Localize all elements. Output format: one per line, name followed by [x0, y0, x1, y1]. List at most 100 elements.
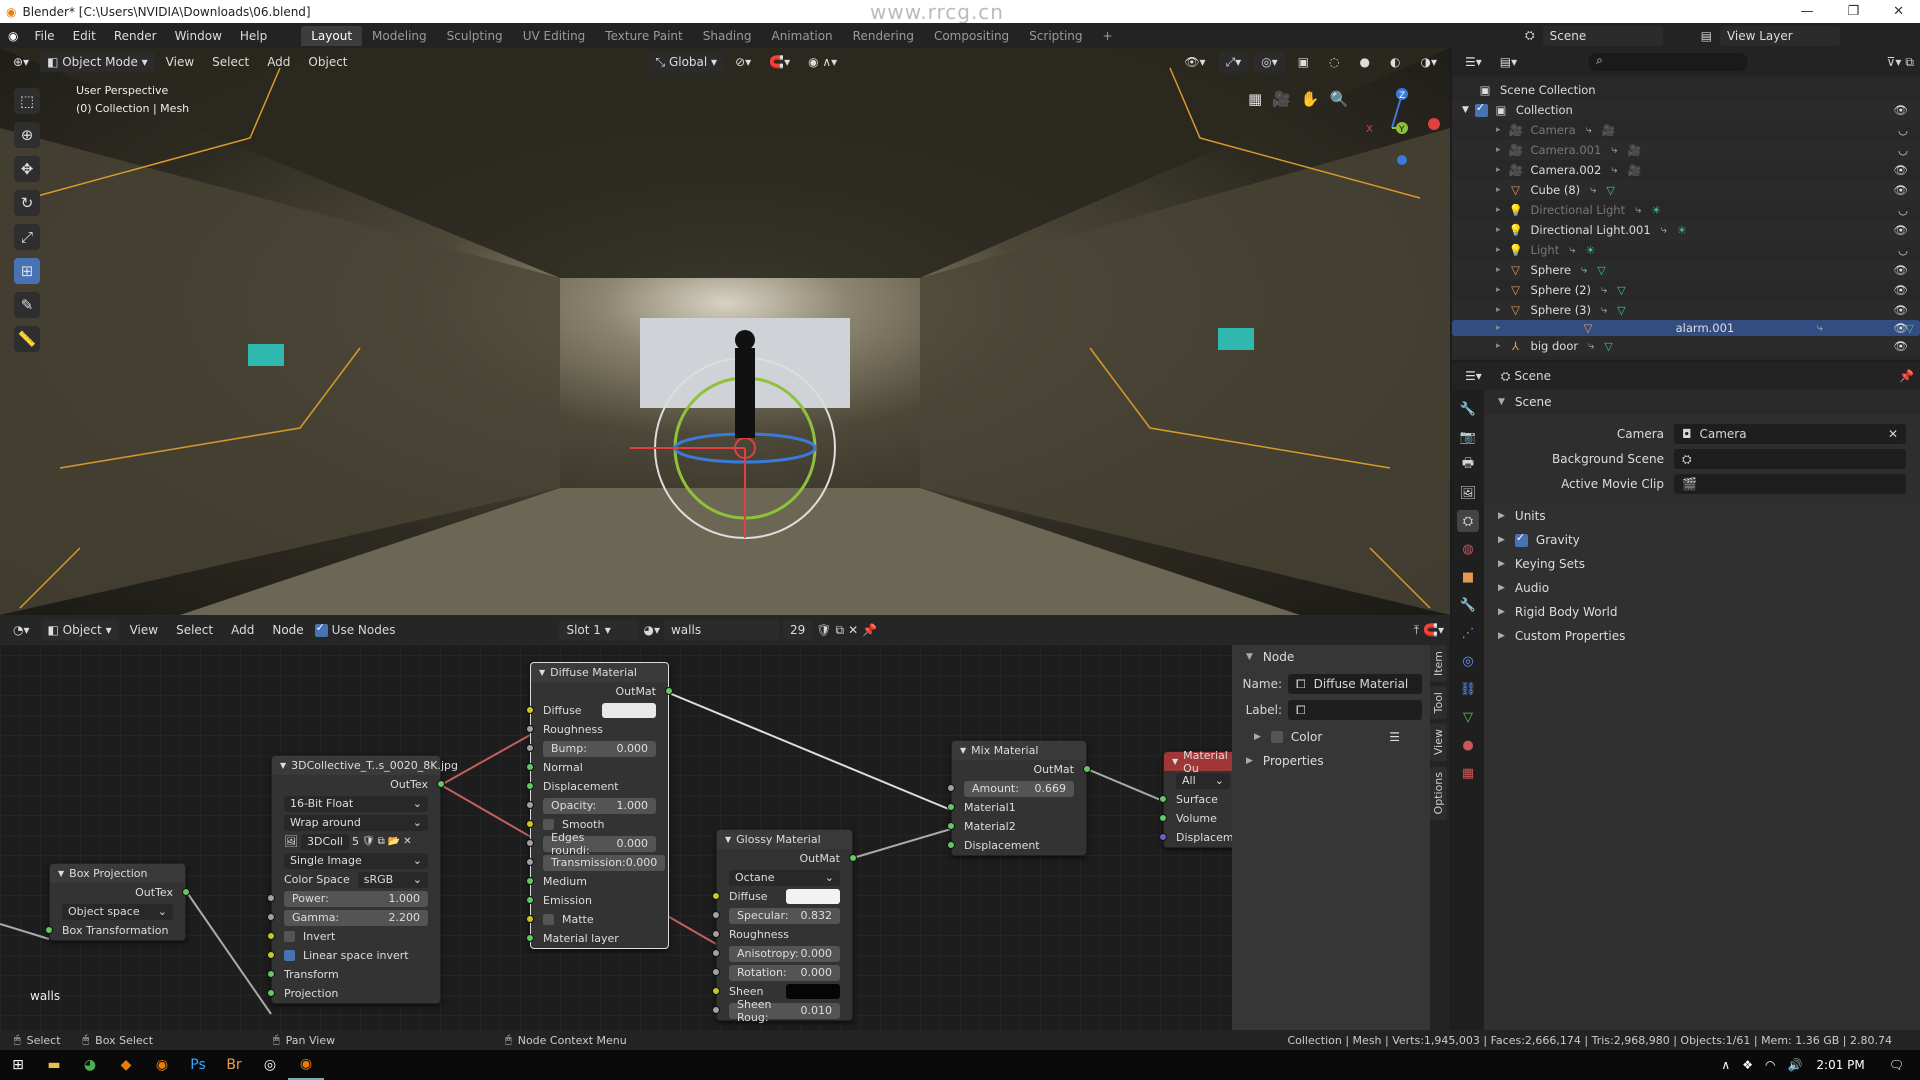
- input-socket[interactable]: [267, 932, 275, 940]
- node-row-amount-[interactable]: Amount: 0.669: [947, 779, 1086, 798]
- node-row-gamma-[interactable]: Gamma: 2.200: [267, 908, 440, 927]
- render-tab-icon[interactable]: 📷: [1457, 426, 1479, 448]
- object-data-icon[interactable]: ☀: [1651, 204, 1661, 217]
- material-tab-icon[interactable]: ●: [1457, 734, 1479, 756]
- image-users[interactable]: 5: [352, 835, 359, 848]
- outliner-editor-type-icon[interactable]: ☰▾: [1458, 52, 1489, 72]
- expand-arrow-icon[interactable]: ▸: [1496, 285, 1501, 295]
- collection-checkbox[interactable]: [1474, 101, 1488, 117]
- input-socket[interactable]: [712, 949, 720, 957]
- expand-arrow-icon[interactable]: ▸: [1496, 185, 1501, 195]
- node-header[interactable]: ▼ Glossy Material: [717, 830, 852, 849]
- expand-arrow-icon[interactable]: ▸: [1496, 145, 1501, 155]
- input-socket[interactable]: [526, 934, 534, 942]
- property-field[interactable]: ⛭: [1674, 449, 1906, 469]
- outliner-item-label[interactable]: Camera: [1531, 123, 1576, 137]
- world-tab-icon[interactable]: ◍: [1457, 538, 1479, 560]
- input-socket[interactable]: [947, 784, 955, 792]
- minimize-button[interactable]: —: [1800, 4, 1813, 19]
- wifi-icon[interactable]: ◠: [1765, 1058, 1775, 1072]
- workspace-tab-scripting[interactable]: Scripting: [1019, 26, 1092, 46]
- tab-options[interactable]: Options: [1430, 765, 1447, 820]
- outliner-item[interactable]: ▸ ▽ Sphere ⤷ ▽ 👁: [1452, 260, 1920, 280]
- clock[interactable]: 2:01 PM: [1816, 1058, 1864, 1072]
- collection-label[interactable]: Collection: [1516, 103, 1573, 117]
- annotate-tool-icon[interactable]: ✎: [14, 292, 40, 318]
- modifier-icon[interactable]: ⤷: [1581, 263, 1587, 277]
- input-socket[interactable]: [526, 858, 534, 866]
- open-image-icon[interactable]: 📂: [388, 836, 400, 847]
- gizmo-toggle-icon[interactable]: ⤢▾: [1218, 51, 1249, 73]
- output-socket[interactable]: [182, 888, 190, 896]
- expand-arrow-icon[interactable]: ▶: [1498, 559, 1505, 569]
- tray-chevron-icon[interactable]: ∧: [1721, 1058, 1730, 1072]
- object-data-icon[interactable]: ▽: [1617, 304, 1625, 317]
- input-socket[interactable]: [526, 763, 534, 771]
- input-socket[interactable]: [45, 926, 53, 934]
- outliner-item-label[interactable]: Light: [1531, 243, 1560, 257]
- outliner-item-label[interactable]: Directional Light.001: [1531, 223, 1651, 237]
- file-explorer-icon[interactable]: ▬: [36, 1050, 72, 1080]
- mode-selector[interactable]: ◧ Object Mode ▾: [40, 52, 155, 72]
- input-socket[interactable]: [267, 913, 275, 921]
- scene-panel-header[interactable]: ▼ Scene: [1484, 390, 1920, 414]
- outliner-item-label[interactable]: alarm.001: [1676, 321, 1735, 335]
- value-slider[interactable]: Edges roundi: 0.000: [543, 831, 656, 857]
- input-socket[interactable]: [526, 896, 534, 904]
- viewport-menu-object[interactable]: Object: [301, 52, 354, 72]
- blender-active-icon[interactable]: ◉: [288, 1050, 324, 1080]
- expand-arrow-icon[interactable]: ▼: [1462, 105, 1469, 115]
- modifier-icon[interactable]: ⤷: [1635, 203, 1641, 217]
- output-socket[interactable]: [849, 854, 857, 862]
- measure-tool-icon[interactable]: 📏: [14, 326, 40, 352]
- node-row-color-space[interactable]: Color Space sRGB ⌄: [272, 870, 440, 889]
- object-data-icon[interactable]: ▽: [1606, 184, 1614, 197]
- menu-file[interactable]: File: [26, 27, 62, 45]
- scale-tool-icon[interactable]: ⤢: [14, 224, 40, 250]
- xray-icon[interactable]: ▣: [1291, 52, 1316, 73]
- fake-user-icon[interactable]: 🛡: [362, 836, 375, 847]
- transform-tool-icon[interactable]: ⊞: [14, 258, 40, 284]
- color-swatch[interactable]: [602, 703, 656, 718]
- expand-arrow-icon[interactable]: ▶: [1498, 631, 1505, 641]
- node-box[interactable]: ▼ Box Projection OutTex Object space ⌄ Box Tr…: [45, 863, 190, 941]
- overlay-toggle-icon[interactable]: ◎▾: [1254, 51, 1285, 73]
- shading-wireframe-icon[interactable]: ◌: [1322, 52, 1346, 73]
- object-data-icon[interactable]: ☀: [1585, 244, 1595, 257]
- node-row-diffuse[interactable]: Diffuse: [712, 887, 852, 906]
- eye-icon[interactable]: 👁: [1893, 103, 1908, 117]
- properties-subpanel[interactable]: ▶ Properties: [1232, 749, 1430, 773]
- value-slider[interactable]: Gamma: 2.200: [284, 909, 428, 926]
- shading-material-icon[interactable]: ◐: [1383, 52, 1407, 73]
- node-header[interactable]: ▼ Mix Material: [952, 741, 1086, 760]
- outliner-item[interactable]: ▸ 🎥 Camera.001 ⤷ 🎥 ◡: [1452, 140, 1920, 160]
- outliner-item-label[interactable]: Camera.002: [1531, 163, 1602, 177]
- panel-keying-sets[interactable]: ▶ Keying Sets: [1484, 552, 1920, 576]
- eye-closed-icon[interactable]: ◡: [1898, 203, 1908, 217]
- expand-arrow-icon[interactable]: ▸: [1496, 125, 1501, 135]
- collapse-arrow-icon[interactable]: ▼: [280, 761, 286, 770]
- eye-icon[interactable]: 👁: [1893, 163, 1908, 177]
- expand-arrow-icon[interactable]: ▸: [1496, 305, 1501, 315]
- outliner-item[interactable]: ▸ ▽ alarm.001 ⤷ ▽ 👁: [1452, 320, 1920, 336]
- outliner-item[interactable]: ▸ ▽ Sphere (3) ⤷ ▽ 👁: [1452, 300, 1920, 320]
- color-swatch[interactable]: [786, 889, 840, 904]
- workspace-tab-shading[interactable]: Shading: [693, 26, 762, 46]
- settings-app-icon[interactable]: ◎: [252, 1050, 288, 1080]
- outliner-search-input[interactable]: ⌕: [1588, 53, 1749, 71]
- view-layer-selector[interactable]: View Layer: [1719, 25, 1840, 46]
- node-row-opacity-[interactable]: Opacity: 1.000: [526, 796, 668, 815]
- menu-window[interactable]: Window: [167, 27, 230, 45]
- input-socket[interactable]: [712, 968, 720, 976]
- eye-icon[interactable]: 👁: [1893, 283, 1908, 297]
- node-header[interactable]: ▼ 3DCollective_T..s_0020_8K.jpg: [272, 756, 458, 775]
- outliner-item[interactable]: ▸ 🎥 Camera.002 ⤷ 🎥 👁: [1452, 160, 1920, 180]
- panel-audio[interactable]: ▶ Audio: [1484, 576, 1920, 600]
- object-data-icon[interactable]: ☀: [1677, 224, 1687, 237]
- dropdown[interactable]: sRGB ⌄: [357, 871, 428, 888]
- eye-icon[interactable]: 👁: [1893, 183, 1908, 197]
- node-header[interactable]: ▼ Diffuse Material: [531, 663, 668, 682]
- object-data-icon[interactable]: ▽: [1604, 340, 1612, 353]
- modifier-icon[interactable]: ⤷: [1661, 223, 1667, 237]
- modifier-icon[interactable]: ⤷: [1590, 183, 1596, 197]
